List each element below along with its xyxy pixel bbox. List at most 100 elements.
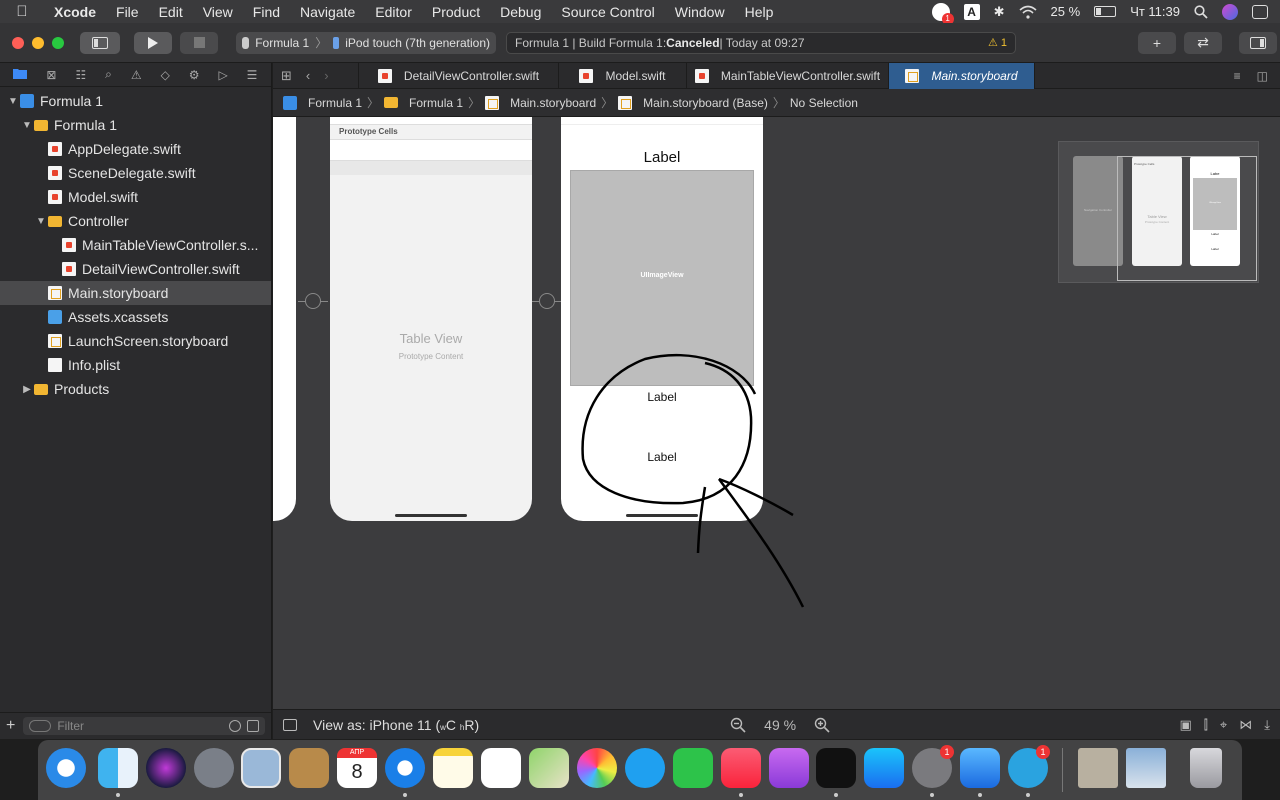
menu-editor[interactable]: Editor [365, 4, 422, 20]
menu-app[interactable]: Xcode [44, 4, 106, 20]
jumpbar-project[interactable]: Formula 1 [308, 96, 362, 110]
menu-find[interactable]: Find [243, 4, 290, 20]
minimap-viewport[interactable] [1117, 156, 1257, 281]
storyboard-canvas[interactable]: Prototype Cells Table View Prototype Con… [273, 117, 1280, 709]
file-tree-row[interactable]: Main.storyboard [0, 281, 271, 305]
add-constraints-icon[interactable]: ⌖ [1220, 717, 1227, 733]
launchpad-icon[interactable] [194, 748, 234, 788]
menu-debug[interactable]: Debug [490, 4, 551, 20]
view-as-button[interactable]: View as: iPhone 11 (wC hR) [313, 717, 479, 733]
file-tree-row[interactable]: ▼ Formula 1 [0, 113, 271, 137]
stop-button[interactable] [180, 31, 218, 54]
maps-icon[interactable] [529, 748, 569, 788]
spotlight-icon[interactable] [1194, 4, 1208, 19]
breakpoint-navigator-tab[interactable]: ▷ [218, 68, 227, 82]
apple-menu-icon[interactable]:  [0, 3, 44, 20]
photos-icon[interactable] [577, 748, 617, 788]
menu-file[interactable]: File [106, 4, 149, 20]
file-tree-row[interactable]: Info.plist [0, 353, 271, 377]
editor-options-icon[interactable]: ≡ [1234, 69, 1241, 83]
disclosure-expanded-icon[interactable]: ▼ [6, 96, 20, 107]
image-preview-stack-icon[interactable] [1126, 748, 1166, 788]
filter-options-icon[interactable] [29, 720, 52, 732]
menu-navigate[interactable]: Navigate [290, 4, 365, 20]
close-window-button[interactable] [12, 36, 24, 49]
minimize-window-button[interactable] [32, 36, 44, 49]
library-button[interactable]: + [1138, 31, 1176, 54]
test-navigator-tab[interactable]: ◇ [161, 68, 170, 82]
battery-icon[interactable] [1094, 6, 1117, 17]
align-icon[interactable]: ⫿ [1204, 717, 1208, 733]
code-review-button[interactable]: ⇄ [1184, 31, 1222, 54]
tab-detail-view-controller[interactable]: DetailViewController.swift [359, 62, 559, 89]
toggle-navigator-button[interactable] [80, 31, 120, 54]
zoom-window-button[interactable] [52, 36, 64, 49]
resolve-issues-icon[interactable]: ⋈ [1239, 717, 1252, 733]
mail-stamp-icon[interactable] [241, 748, 281, 788]
zoom-in-icon[interactable] [814, 717, 830, 733]
file-tree-row[interactable]: Assets.xcassets [0, 305, 271, 329]
warning-indicator[interactable]: ⚠ 1 [988, 36, 1007, 49]
menu-source-control[interactable]: Source Control [551, 4, 664, 20]
calendar-icon[interactable]: АПР 8 [337, 748, 377, 788]
file-tree-row[interactable]: AppDelegate.swift [0, 137, 271, 161]
tab-main-table-view-controller[interactable]: MainTableViewController.swift [687, 62, 889, 89]
finder-icon[interactable] [98, 748, 138, 788]
jumpbar-group[interactable]: Formula 1 [409, 96, 463, 110]
file-tree-row[interactable]: MainTableViewController.s... [0, 233, 271, 257]
podcasts-icon[interactable] [769, 748, 809, 788]
jumpbar-localization[interactable]: Main.storyboard (Base) [643, 96, 768, 110]
reminders-icon[interactable] [481, 748, 521, 788]
trash-icon[interactable] [1190, 748, 1222, 788]
split-editor-icon[interactable]: ◫ [1257, 69, 1268, 83]
file-tree-row[interactable]: LaunchScreen.storyboard [0, 329, 271, 353]
file-tree-row[interactable]: ▼ Controller [0, 209, 271, 233]
project-navigator-tab[interactable] [13, 67, 28, 82]
bluetooth-icon[interactable]: ✱ [994, 4, 1005, 20]
zoom-out-icon[interactable] [730, 717, 746, 733]
embed-in-icon[interactable]: ⤓ [1264, 717, 1270, 733]
file-tree-row[interactable]: Model.swift [0, 185, 271, 209]
safari-icon[interactable] [385, 748, 425, 788]
symbol-navigator-tab[interactable]: ☷ [75, 68, 86, 82]
run-button[interactable] [134, 31, 172, 54]
safari-preview-icon[interactable] [46, 748, 86, 788]
menu-window[interactable]: Window [665, 4, 735, 20]
jumpbar-file[interactable]: Main.storyboard [510, 96, 596, 110]
wifi-icon[interactable] [1019, 5, 1037, 19]
siri-icon[interactable] [1222, 3, 1238, 20]
scm-filter-icon[interactable] [247, 720, 259, 732]
activity-view[interactable]: Formula 1 | Build Formula 1: Canceled | … [506, 31, 1016, 54]
disclosure-expanded-icon[interactable]: ▼ [20, 120, 34, 131]
file-tree-row[interactable]: ▼ Formula 1 [0, 89, 271, 113]
siri-app-icon[interactable] [146, 748, 186, 788]
recent-files-icon[interactable] [229, 720, 241, 732]
scheme-selector[interactable]: Formula 1 〉 iPod touch (7th generation) [236, 31, 496, 54]
notification-app-icon[interactable]: 1 [931, 2, 954, 25]
zoom-level[interactable]: 49 % [764, 717, 796, 733]
app-store-icon[interactable] [864, 748, 904, 788]
jumpbar-selection[interactable]: No Selection [790, 96, 858, 110]
menu-product[interactable]: Product [422, 4, 490, 20]
messages-icon[interactable] [625, 748, 665, 788]
contacts-icon[interactable] [289, 748, 329, 788]
tab-model[interactable]: Model.swift [559, 62, 687, 89]
music-icon[interactable] [721, 748, 761, 788]
xcode-icon[interactable] [960, 748, 1000, 788]
document-outline-icon[interactable] [283, 718, 297, 731]
related-items-icon[interactable]: ⊞ [281, 68, 292, 84]
disclosure-collapsed-icon[interactable]: ▶ [20, 384, 34, 395]
filter-field[interactable]: Filter [23, 717, 265, 735]
source-control-tab[interactable]: ⊠ [46, 68, 56, 82]
update-frames-icon[interactable]: ▣ [1179, 717, 1191, 733]
tab-main-storyboard[interactable]: Main.storyboard [889, 62, 1035, 89]
downloads-stack-icon[interactable] [1078, 748, 1118, 788]
menu-help[interactable]: Help [735, 4, 784, 20]
toggle-inspector-button[interactable] [1239, 31, 1277, 54]
menu-edit[interactable]: Edit [149, 4, 193, 20]
report-navigator-tab[interactable]: ☰ [247, 68, 258, 82]
back-button[interactable]: ‹ [306, 68, 310, 83]
file-tree-row[interactable]: DetailViewController.swift [0, 257, 271, 281]
find-navigator-tab[interactable]: ⌕ [105, 67, 112, 82]
add-file-icon[interactable]: + [6, 717, 15, 735]
